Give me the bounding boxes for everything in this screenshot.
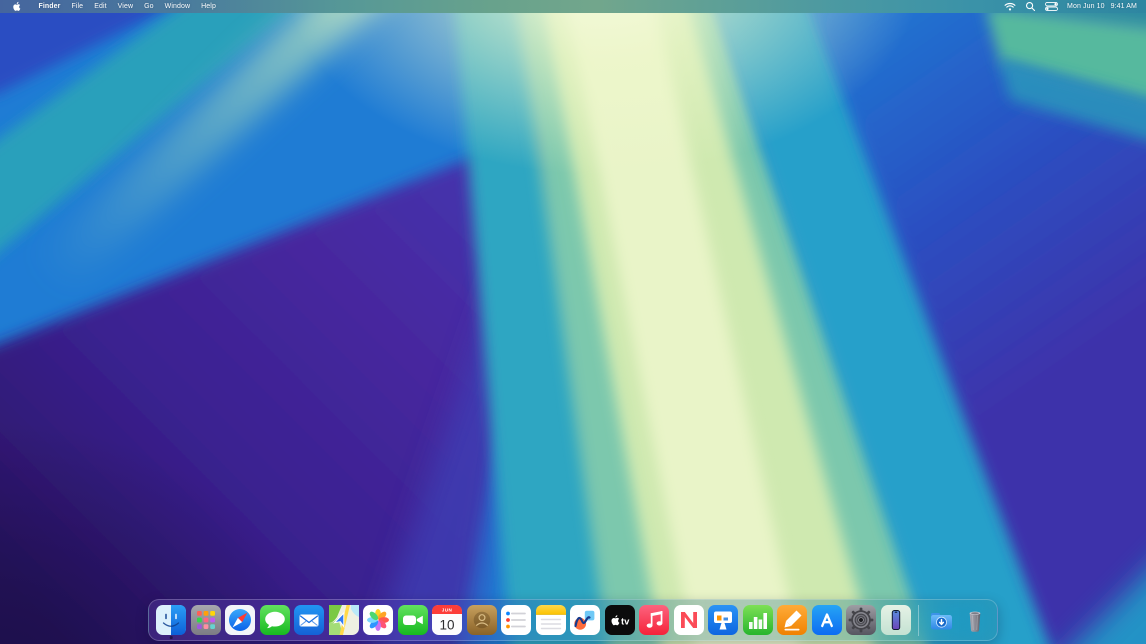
clock-date: Mon Jun 10	[1067, 3, 1105, 10]
desktop-wallpaper	[0, 0, 1146, 644]
dock-appstore-icon[interactable]	[812, 605, 842, 635]
dock-downloads-folder-icon[interactable]	[926, 605, 956, 635]
dock-reminders-icon[interactable]	[501, 605, 531, 635]
dock-iphone-mirroring-icon[interactable]	[881, 605, 911, 635]
dock-mail-icon[interactable]	[294, 605, 324, 635]
dock-freeform-icon[interactable]	[570, 605, 600, 635]
dock-photos-icon[interactable]	[363, 605, 393, 635]
dock-settings-icon[interactable]	[846, 605, 876, 635]
dock-tv-icon[interactable]: tv	[605, 605, 635, 635]
menu-item-window[interactable]: Window	[159, 0, 196, 13]
menu-item-view[interactable]: View	[112, 0, 138, 13]
dock-contacts-icon[interactable]	[467, 605, 497, 635]
apple-logo-icon	[13, 1, 22, 12]
running-indicator	[170, 636, 173, 639]
apple-menu[interactable]	[13, 1, 22, 12]
calendar-day-label: 10	[439, 618, 454, 633]
dock-facetime-icon[interactable]	[398, 605, 428, 635]
macos-desktop: Finder File Edit View Go Window Help	[0, 0, 1146, 644]
dock-safari-icon[interactable]	[225, 605, 255, 635]
menu-bar: Finder File Edit View Go Window Help	[0, 0, 1146, 13]
menu-item-go[interactable]: Go	[139, 0, 160, 13]
clock-time: 9:41 AM	[1111, 3, 1137, 10]
menu-item-edit[interactable]: Edit	[89, 0, 112, 13]
dock: JUN 10	[148, 599, 998, 641]
dock-notes-icon[interactable]	[536, 605, 566, 635]
dock-finder-icon[interactable]	[156, 605, 186, 635]
dock-maps-icon[interactable]	[329, 605, 359, 635]
dock-divider	[918, 605, 919, 636]
dock-messages-icon[interactable]	[260, 605, 290, 635]
dock-trash-icon[interactable]	[960, 605, 990, 635]
wifi-icon[interactable]	[1004, 2, 1016, 11]
menu-item-file[interactable]: File	[66, 0, 89, 13]
tv-label: tv	[621, 617, 630, 628]
menu-bar-clock[interactable]: Mon Jun 10 9:41 AM	[1067, 3, 1137, 10]
calendar-month-label: JUN	[442, 608, 453, 613]
control-center-icon[interactable]	[1045, 2, 1058, 11]
dock-calendar-icon[interactable]: JUN 10	[432, 605, 462, 635]
dock-pages-icon[interactable]	[777, 605, 807, 635]
dock-music-icon[interactable]	[639, 605, 669, 635]
menu-item-help[interactable]: Help	[196, 0, 222, 13]
dock-keynote-icon[interactable]	[708, 605, 738, 635]
spotlight-search-icon[interactable]	[1025, 1, 1036, 12]
dock-numbers-icon[interactable]	[743, 605, 773, 635]
dock-news-icon[interactable]	[674, 605, 704, 635]
dock-launchpad-icon[interactable]	[191, 605, 221, 635]
menu-item-finder[interactable]: Finder	[33, 0, 66, 13]
